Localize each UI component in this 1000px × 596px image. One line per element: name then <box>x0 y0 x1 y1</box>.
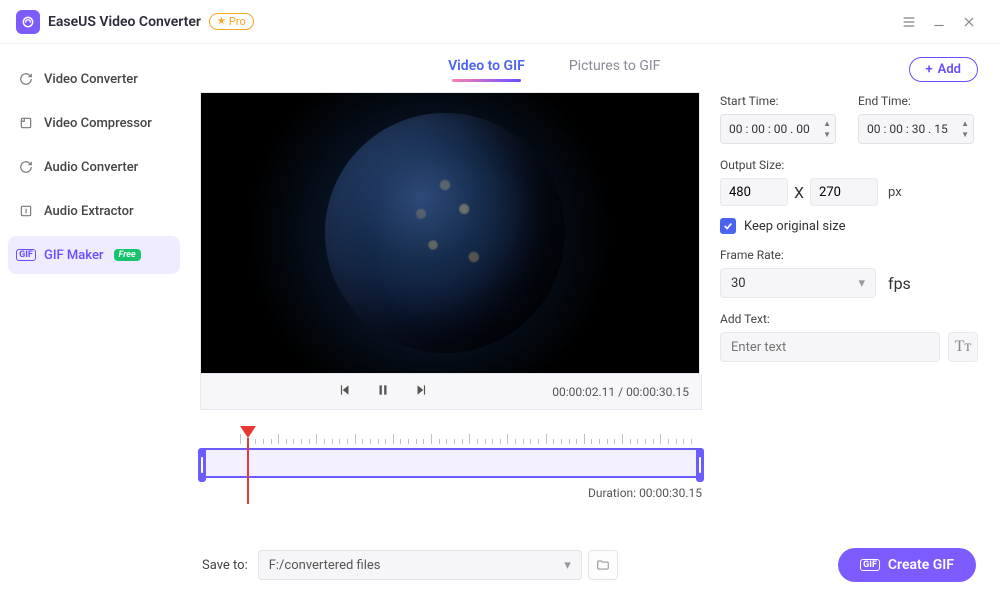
range-end-handle[interactable] <box>696 448 704 482</box>
free-badge: Free <box>114 249 141 261</box>
create-gif-button[interactable]: GIFCreate GIF <box>838 548 976 582</box>
start-time-label: Start Time: <box>720 94 836 108</box>
gif-icon: GIF <box>860 559 880 571</box>
chevron-down-icon: ▾ <box>564 558 571 573</box>
save-path-select[interactable]: F:/convertered files▾ <box>258 550 582 580</box>
save-to-label: Save to: <box>202 558 248 573</box>
frame-rate-label: Frame Rate: <box>720 248 978 262</box>
add-text-input[interactable] <box>720 332 940 362</box>
keep-size-label: Keep original size <box>744 219 846 234</box>
sidebar-item-audio-converter[interactable]: Audio Converter <box>8 148 180 186</box>
tab-video-to-gif[interactable]: Video to GIF <box>448 58 525 80</box>
output-size-label: Output Size: <box>720 158 978 172</box>
chevron-down-icon: ▾ <box>858 276 865 291</box>
keep-size-checkbox[interactable] <box>720 218 736 234</box>
pro-badge: Pro <box>209 13 254 30</box>
player-controls: 00:00:02.11 / 00:00:30.15 <box>200 374 702 410</box>
app-logo-icon <box>16 10 40 34</box>
sidebar: Video Converter Video Compressor Audio C… <box>0 44 188 596</box>
next-icon[interactable] <box>414 382 428 401</box>
width-input[interactable] <box>720 178 788 206</box>
end-time-input[interactable]: 00 : 00 : 30 . 15▲▼ <box>858 114 974 144</box>
sidebar-item-label: Video Converter <box>44 72 138 87</box>
start-time-input[interactable]: 00 : 00 : 00 . 00▲▼ <box>720 114 836 144</box>
open-folder-button[interactable] <box>588 550 618 580</box>
spin-up-icon[interactable]: ▲ <box>961 118 969 129</box>
height-input[interactable] <box>810 178 878 206</box>
add-button[interactable]: +Add <box>909 57 978 82</box>
gif-icon: GIF <box>18 249 34 261</box>
time-display: 00:00:02.11 / 00:00:30.15 <box>552 385 689 399</box>
pause-icon[interactable] <box>376 382 390 401</box>
sidebar-item-label: Audio Converter <box>44 160 138 175</box>
compress-icon <box>18 116 34 130</box>
app-title: EaseUS Video Converter <box>48 14 201 30</box>
px-label: px <box>888 185 902 200</box>
duration-display: Duration: 00:00:30.15 <box>200 486 702 500</box>
sidebar-item-video-converter[interactable]: Video Converter <box>8 60 180 98</box>
minimize-icon[interactable] <box>924 7 954 37</box>
prev-icon[interactable] <box>338 382 352 401</box>
sidebar-item-video-compressor[interactable]: Video Compressor <box>8 104 180 142</box>
refresh-icon <box>18 72 34 86</box>
audio-convert-icon <box>18 160 34 174</box>
sidebar-item-gif-maker[interactable]: GIF GIF Maker Free <box>8 236 180 274</box>
x-label: X <box>794 183 804 202</box>
sidebar-item-label: Video Compressor <box>44 116 152 131</box>
text-style-button[interactable]: Tᴛ <box>948 332 978 362</box>
plus-icon: + <box>926 62 933 77</box>
frame-rate-select[interactable]: 30▾ <box>720 268 876 298</box>
add-text-label: Add Text: <box>720 312 978 326</box>
fps-label: fps <box>888 274 911 293</box>
tab-pictures-to-gif[interactable]: Pictures to GIF <box>569 58 661 80</box>
menu-icon[interactable] <box>894 7 924 37</box>
range-track[interactable] <box>200 448 702 478</box>
spin-up-icon[interactable]: ▲ <box>823 118 831 129</box>
end-time-label: End Time: <box>858 94 974 108</box>
timeline-ticks <box>240 434 698 444</box>
spin-down-icon[interactable]: ▼ <box>823 129 831 140</box>
timeline: Duration: 00:00:30.15 <box>200 434 702 500</box>
globe-frame <box>325 113 565 353</box>
video-preview[interactable] <box>200 92 700 374</box>
spin-down-icon[interactable]: ▼ <box>961 129 969 140</box>
sidebar-item-audio-extractor[interactable]: Audio Extractor <box>8 192 180 230</box>
range-start-handle[interactable] <box>198 448 206 482</box>
sidebar-item-label: GIF Maker <box>44 248 104 263</box>
close-icon[interactable] <box>954 7 984 37</box>
title-bar: EaseUS Video Converter Pro <box>0 0 1000 44</box>
playhead[interactable] <box>240 426 256 504</box>
sidebar-item-label: Audio Extractor <box>44 204 134 219</box>
extract-icon <box>18 204 34 218</box>
